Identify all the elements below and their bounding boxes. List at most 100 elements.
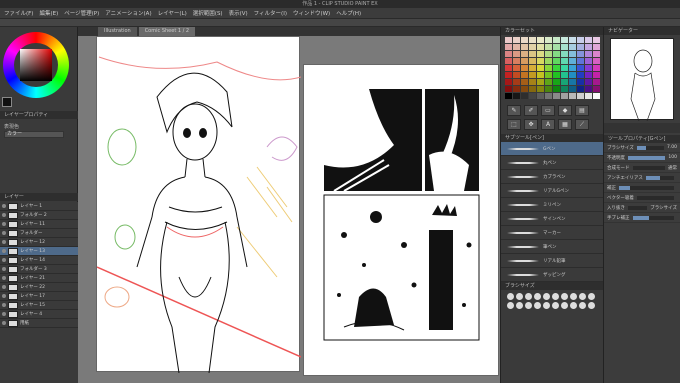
color-swatch[interactable] [585,65,592,71]
main-color-swatch[interactable] [2,97,12,107]
brush-size-preset[interactable] [561,302,568,309]
brush-size-preset[interactable] [588,302,595,309]
visibility-eye-icon[interactable] [2,276,6,280]
color-swatch[interactable] [593,93,600,99]
color-swatch[interactable] [569,37,576,43]
color-swatch[interactable] [521,65,528,71]
tool-property-row[interactable]: ブラシサイズ 7.00 [604,143,680,153]
visibility-eye-icon[interactable] [2,294,6,298]
frame-tool-icon[interactable]: ▦ [558,119,572,130]
select-tool-icon[interactable]: ⬚ [507,119,521,130]
color-swatch[interactable] [561,79,568,85]
color-swatch[interactable] [593,72,600,78]
color-swatch[interactable] [529,65,536,71]
menu-edit[interactable]: 編集(E) [39,9,58,17]
color-swatch[interactable] [537,37,544,43]
brush-size-preset[interactable] [570,302,577,309]
color-swatch[interactable] [577,65,584,71]
tool-property-row[interactable]: 手ブレ補正 [604,213,680,223]
color-swatch[interactable] [577,79,584,85]
color-swatch[interactable] [545,86,552,92]
color-swatch[interactable] [505,93,512,99]
color-swatch[interactable] [513,44,520,50]
menu-page[interactable]: ページ管理(P) [64,9,99,17]
brush-size-preset[interactable] [543,302,550,309]
brush-item[interactable]: ミリペン [501,198,603,212]
tool-property-row[interactable]: 補正 [604,183,680,193]
tab-illustration[interactable]: Illustration [98,27,137,36]
brush-item[interactable]: カブラペン [501,170,603,184]
visibility-eye-icon[interactable] [2,231,6,235]
brush-size-preset[interactable] [561,293,568,300]
tool-property-row[interactable]: アンチエイリアス [604,173,680,183]
layer-row[interactable]: レイヤー 21 [0,274,78,283]
color-swatch[interactable] [577,72,584,78]
color-swatch[interactable] [553,58,560,64]
color-swatch[interactable] [537,65,544,71]
color-swatch[interactable] [569,93,576,99]
visibility-eye-icon[interactable] [2,321,6,325]
property-slider[interactable] [628,155,666,160]
menu-file[interactable]: ファイル(F) [4,9,33,17]
brush-size-preset[interactable] [525,302,532,309]
color-swatch[interactable] [505,51,512,57]
color-swatch[interactable] [593,65,600,71]
color-swatch[interactable] [561,72,568,78]
color-swatch[interactable] [529,86,536,92]
color-swatch[interactable] [577,51,584,57]
brush-size-preset[interactable] [516,293,523,300]
saturation-value-square[interactable] [20,49,52,81]
color-swatch[interactable] [553,79,560,85]
layer-row[interactable]: フォルダー 2 [0,211,78,220]
menu-window[interactable]: ウィンドウ(W) [293,9,330,17]
color-swatch[interactable] [505,58,512,64]
color-swatch[interactable] [505,79,512,85]
mode-select[interactable]: カラー [4,131,64,138]
brush-size-preset[interactable] [507,302,514,309]
navigator-zoom-bar[interactable] [604,123,680,133]
layer-row[interactable]: レイヤー 14 [0,256,78,265]
color-swatch[interactable] [537,93,544,99]
color-swatch[interactable] [561,51,568,57]
tab-comic-sheet[interactable]: Comic Sheet 1 / 2 [138,27,196,36]
property-slider[interactable] [636,195,674,200]
pen-tool-icon[interactable]: ✎ [507,105,521,116]
color-swatch[interactable] [529,58,536,64]
color-swatch[interactable] [505,65,512,71]
color-swatch[interactable] [537,51,544,57]
color-swatch[interactable] [545,37,552,43]
color-swatch[interactable] [545,93,552,99]
color-swatch[interactable] [585,37,592,43]
color-swatch[interactable] [513,93,520,99]
color-swatch[interactable] [561,86,568,92]
color-swatch[interactable] [577,58,584,64]
layer-row[interactable]: レイヤー 12 [0,238,78,247]
layer-row[interactable]: フォルダー [0,229,78,238]
color-swatch[interactable] [593,44,600,50]
color-swatch[interactable] [561,58,568,64]
tool-property-row[interactable]: 不透明度 100 [604,153,680,163]
brush-item[interactable]: リアル鉛筆 [501,254,603,268]
visibility-eye-icon[interactable] [2,249,6,253]
color-swatch[interactable] [585,93,592,99]
color-swatch[interactable] [585,86,592,92]
brush-size-preset[interactable] [570,293,577,300]
visibility-eye-icon[interactable] [2,258,6,262]
color-swatch[interactable] [537,44,544,50]
layer-row[interactable]: レイヤー 15 [0,301,78,310]
color-swatch[interactable] [513,37,520,43]
color-swatch[interactable] [585,72,592,78]
illustration-canvas[interactable] [96,36,302,374]
color-swatch[interactable] [585,58,592,64]
color-swatch[interactable] [545,51,552,57]
color-swatch[interactable] [577,93,584,99]
gradient-tool-icon[interactable]: ▤ [575,105,589,116]
brush-item[interactable]: Gペン [501,142,603,156]
visibility-eye-icon[interactable] [2,303,6,307]
menu-layer[interactable]: レイヤー(L) [158,9,187,17]
color-swatch[interactable] [529,93,536,99]
color-swatch[interactable] [545,44,552,50]
visibility-eye-icon[interactable] [2,285,6,289]
brush-item[interactable]: ザッピング [501,268,603,282]
color-swatch[interactable] [513,72,520,78]
